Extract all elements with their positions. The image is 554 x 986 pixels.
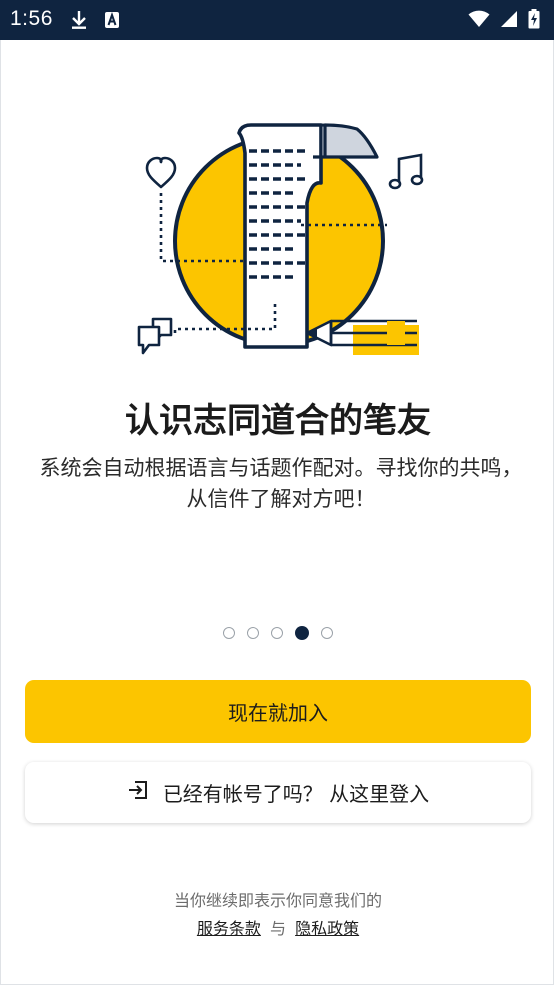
and-text: 与 (269, 919, 286, 938)
status-bar: 1:56 (0, 0, 554, 40)
page-dot-3[interactable] (271, 627, 283, 639)
onboarding-subtitle: 系统会自动根据语言与话题作配对。寻找你的共鸣，从信件了解对方吧！ (39, 456, 523, 511)
login-button[interactable]: 已经有帐号了吗？ 从这里登入 (25, 762, 531, 823)
onboarding-title: 认识志同道合的笔友 (125, 401, 431, 441)
page-dot-4-active[interactable] (295, 626, 309, 640)
page-dot-5[interactable] (321, 627, 333, 639)
wifi-icon (468, 10, 490, 32)
page-indicator (1, 626, 554, 640)
download-icon (70, 10, 88, 34)
terms-footer: 当你继续即表示你同意我们的 服务条款 与 隐私政策 (1, 887, 554, 943)
join-now-button[interactable]: 现在就加入 (25, 680, 531, 743)
page-dot-2[interactable] (247, 627, 259, 639)
battery-charging-icon (528, 9, 540, 33)
status-time: 1:56 (10, 7, 53, 30)
consent-text: 当你继续即表示你同意我们的 (173, 891, 382, 910)
privacy-policy-link[interactable]: 隐私政策 (295, 919, 359, 938)
login-label: 已经有帐号了吗？ 从这里登入 (162, 782, 430, 806)
pen-pal-letter-illustration (131, 123, 431, 365)
a-badge-icon (104, 11, 120, 33)
page-dot-1[interactable] (223, 627, 235, 639)
join-now-label: 现在就加入 (228, 701, 328, 725)
terms-of-service-link[interactable]: 服务条款 (197, 919, 261, 938)
signal-icon (500, 10, 518, 32)
onboarding-screen: 认识志同道合的笔友 系统会自动根据语言与话题作配对。寻找你的共鸣，从信件了解对方… (0, 40, 554, 985)
login-icon (127, 779, 149, 806)
